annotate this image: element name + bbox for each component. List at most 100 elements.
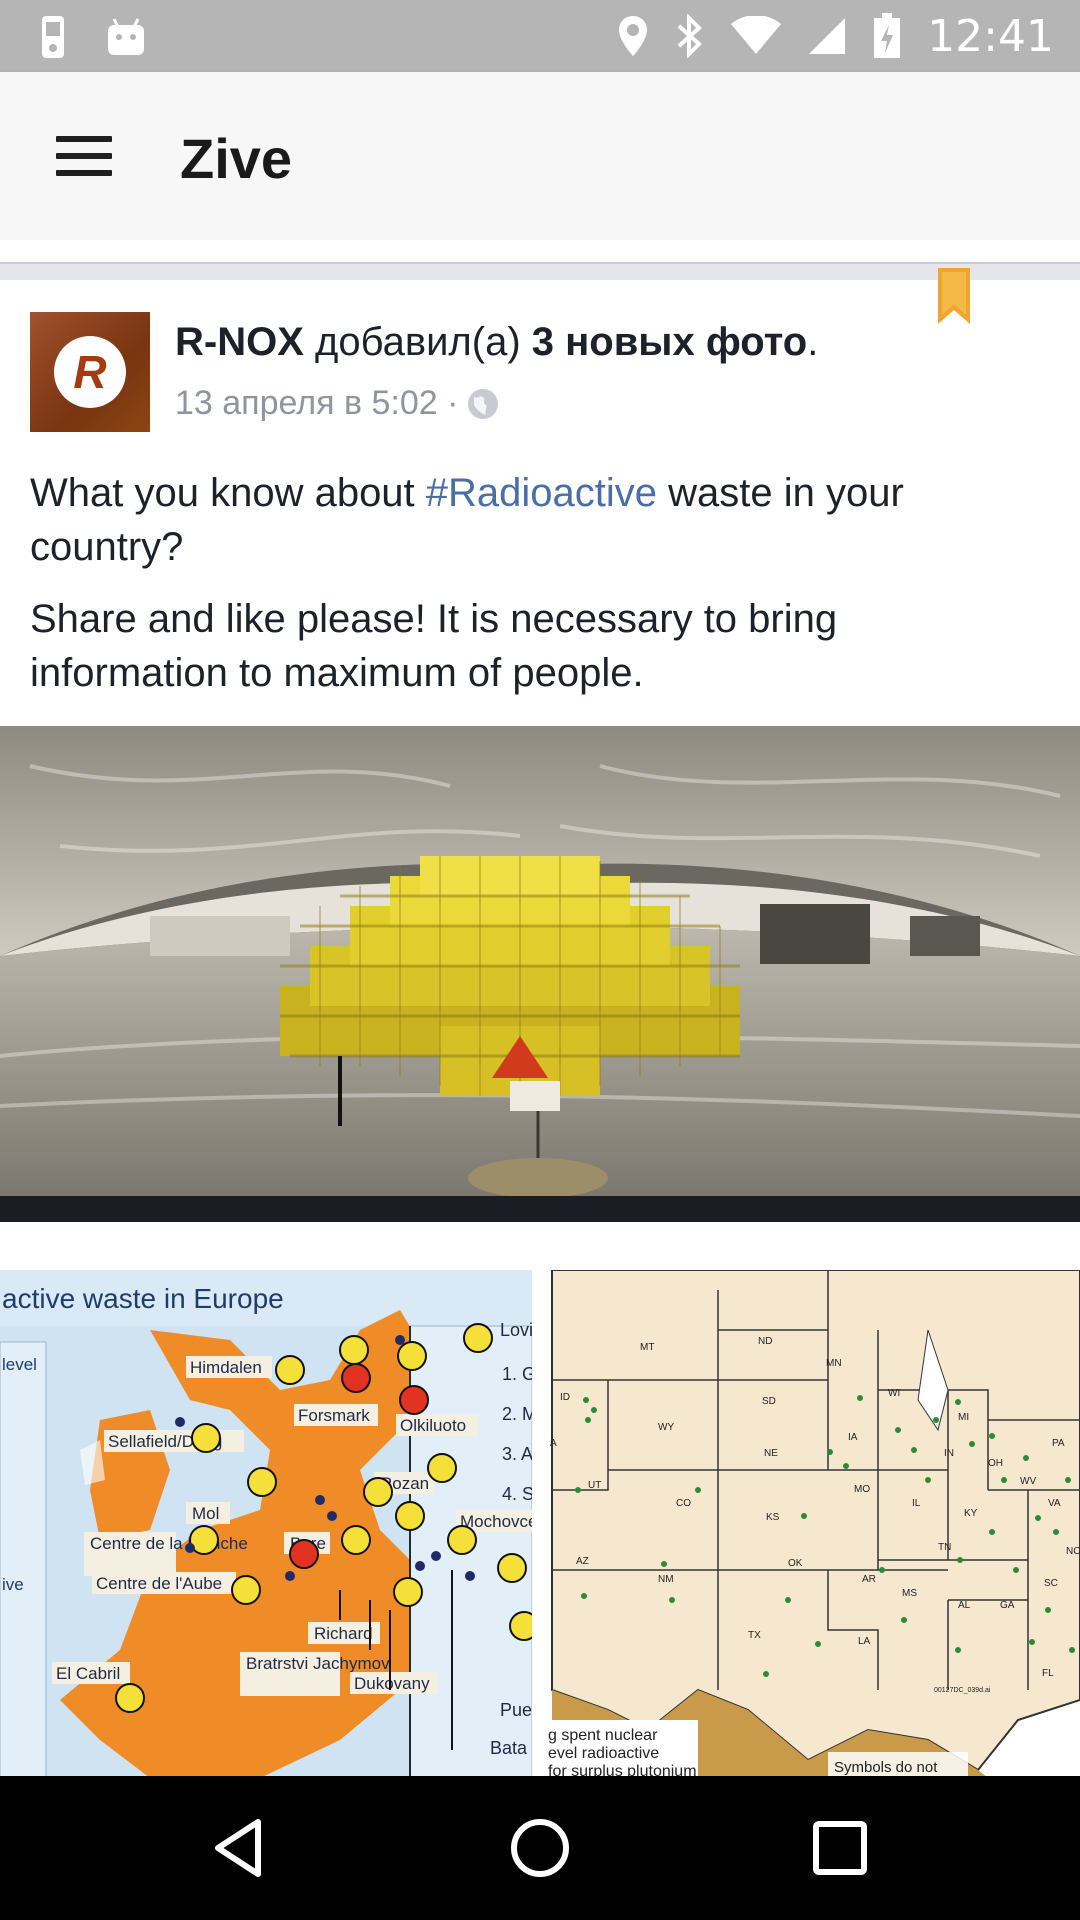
usa-caption-2: evel radioactive [548,1745,659,1762]
europe-label-lovi: Lovi [500,1320,532,1340]
europe-label-dukovany: Dukovany [354,1674,430,1693]
state-nm: NM [658,1574,674,1585]
state-mi: MI [958,1412,969,1423]
state-ga: GA [1000,1600,1015,1611]
post-action: добавил(а) [303,320,532,364]
europe-label-olkiluoto: Olkiluoto [400,1416,466,1435]
status-left [36,14,146,60]
state-sc: SC [1044,1578,1058,1589]
europe-label-centre-aube: Centre de l'Aube [96,1574,222,1593]
europe-map-title: active waste in Europe [2,1283,284,1314]
usa-map-image: MT ND MN WI MI ID SD WY IA NE IN OH PA U… [548,1270,1080,1778]
photo-separator [0,1222,1080,1236]
back-icon[interactable] [204,1812,276,1884]
battery-icon [874,13,901,58]
europe-label-mol: Mol [192,1504,219,1523]
europe-map-image: active waste in Europe level ive Lovi 1.… [0,1270,532,1778]
avatar-logo: R [54,336,126,408]
app-bar: Zive [0,72,1080,240]
android-icon [108,18,144,55]
home-icon[interactable] [504,1812,576,1884]
europe-label-bata: Bata [490,1738,528,1758]
signal-icon [809,18,846,54]
state-tx: TX [748,1630,761,1641]
post-paragraph-2: Share and like please! It is necessary t… [30,597,838,695]
bluetooth-icon [677,14,703,58]
state-wv: WV [1020,1476,1036,1487]
recents-icon[interactable] [804,1812,876,1884]
avatar[interactable]: R [30,312,150,432]
state-ks: KS [766,1512,780,1523]
post-object-suffix: . [807,320,819,364]
bookmark-icon[interactable] [938,268,970,324]
state-az: AZ [576,1556,589,1567]
post-meta: 13 апреля в 5:02 · [175,384,499,423]
status-bar: 12:41 [0,0,1080,72]
state-al: AL [958,1600,971,1611]
post-paragraph-1: What you know about #Radioactive waste i… [30,466,1040,574]
state-la: LA [858,1636,871,1647]
status-time: 12:41 [927,10,1054,62]
europe-label-el-cabril: El Cabril [56,1664,120,1683]
state-ms: MS [902,1588,917,1599]
state-ut: UT [588,1480,601,1491]
state-nc: NC [1066,1546,1080,1557]
legend-1: 1. G [502,1364,532,1384]
europe-label-bratrstvi: Bratrstvi Jachymov [246,1654,390,1673]
state-fl: FL [1042,1668,1054,1679]
state-mn: MN [826,1358,842,1369]
europe-label-richard: Richard [314,1624,373,1643]
state-ok: OK [788,1558,803,1569]
state-oh: OH [988,1458,1003,1469]
state-wi: WI [888,1388,900,1399]
europe-label-ive: ive [2,1575,24,1594]
state-in: IN [944,1448,954,1459]
usa-caption-1: g spent nuclear [548,1727,658,1744]
legend-2: 2. M [502,1404,532,1424]
state-pa: PA [1052,1438,1065,1449]
state-mt: MT [640,1342,654,1353]
navigation-bar [0,1776,1080,1920]
author-name[interactable]: R-NOX [175,320,304,364]
state-va: VA [1048,1498,1061,1509]
hamburger-menu-icon[interactable] [40,118,128,194]
post-header: R-NOX добавил(а) 3 новых фото. [175,320,818,365]
legend-3: 3. A [502,1444,532,1464]
state-ia: IA [848,1432,858,1443]
state-id: ID [560,1392,570,1403]
wifi-icon [731,16,782,54]
post-object[interactable]: 3 новых фото [532,320,807,364]
europe-label-level: level [2,1355,37,1374]
post-text: What you know about #Radioactive waste i… [30,466,1040,718]
state-a: A [550,1438,557,1449]
post-text-prefix: What you know about [30,471,426,515]
europe-label-pue: Pue [500,1700,532,1720]
state-ar: AR [862,1574,876,1585]
usa-map-file-id: 00127DC_039d.ai [934,1687,991,1694]
phone-storage-icon [42,16,64,58]
state-co: CO [676,1498,691,1509]
hashtag-link[interactable]: #Radioactive [426,471,657,515]
state-ky: KY [964,1508,978,1519]
photo-barrels[interactable] [0,726,1080,1222]
status-right: 12:41 [617,10,1054,62]
location-icon [619,16,648,56]
app-title: Zive [180,127,293,190]
state-nd: ND [758,1336,772,1347]
europe-label-himdalen: Himdalen [190,1358,262,1377]
feed-divider [0,262,1080,280]
state-mo: MO [854,1484,870,1495]
usa-caption-symbols: Symbols do not [834,1759,938,1776]
legend-4: 4. S [502,1484,532,1504]
state-il: IL [912,1498,921,1509]
europe-label-centre-manche: Centre de la Manche [90,1534,248,1553]
photo-usa-map[interactable]: MT ND MN WI MI ID SD WY IA NE IN OH PA U… [548,1270,1080,1778]
post-timestamp[interactable]: 13 апреля в 5:02 · [175,384,458,423]
state-sd: SD [762,1396,776,1407]
state-wy: WY [658,1422,674,1433]
globe-icon [468,388,499,419]
photo-europe-map[interactable]: active waste in Europe level ive Lovi 1.… [0,1270,532,1778]
state-tn: TN [938,1542,951,1553]
post-card[interactable]: R R-NOX добавил(а) 3 новых фото. 13 апре… [0,268,1080,1778]
europe-label-forsmark: Forsmark [298,1406,370,1425]
